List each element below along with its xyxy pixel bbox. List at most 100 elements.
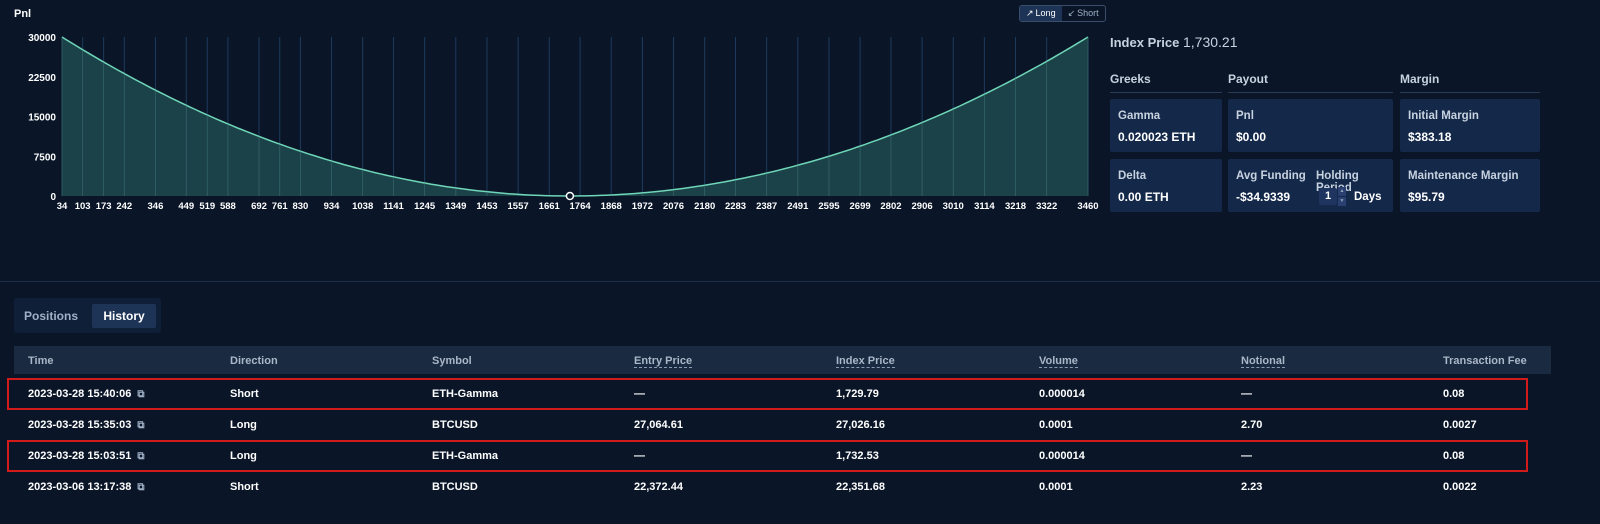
index-price-label: Index Price — [1110, 35, 1180, 50]
maintenance-margin-label: Maintenance Margin — [1408, 170, 1519, 182]
x-tick-label: 1764 — [570, 201, 592, 212]
x-tick-label: 2906 — [912, 201, 933, 212]
maintenance-margin-value: $95.79 — [1408, 190, 1445, 204]
x-tick-label: 103 — [75, 201, 91, 212]
section-divider — [0, 281, 1600, 282]
x-tick-label: 1245 — [414, 201, 436, 212]
pnl-card: Pnl $0.00 — [1228, 99, 1393, 152]
direction-cell-text: Short — [230, 388, 259, 400]
x-tick-label: 761 — [272, 201, 289, 212]
x-tick-label: 2180 — [694, 201, 715, 212]
long-toggle-button[interactable]: ↗ Long — [1020, 6, 1062, 21]
gamma-card: Gamma 0.020023 ETH — [1110, 99, 1222, 152]
pnl-value: $0.00 — [1236, 130, 1267, 144]
x-tick-label: 3322 — [1036, 201, 1057, 212]
delta-card: Delta 0.00 ETH — [1110, 159, 1222, 212]
external-link-icon[interactable]: ⧉ — [137, 451, 144, 462]
entry-price-cell-text: 27,064.61 — [634, 419, 683, 431]
tab-positions[interactable]: Positions — [22, 304, 80, 328]
notional-cell-text: — — [1241, 388, 1252, 400]
symbol-cell-text: ETH-Gamma — [432, 450, 499, 462]
gamma-value: 0.020023 ETH — [1118, 130, 1196, 144]
index-price-cell-text: 27,026.16 — [836, 419, 885, 431]
x-tick-label: 1141 — [383, 201, 404, 212]
entry-price-cell: — — [634, 388, 645, 400]
time-cell: 2023-03-28 15:35:03 ⧉ — [28, 419, 145, 431]
trend-down-icon: ↙ — [1067, 8, 1076, 18]
fee-cell-text: 0.0027 — [1443, 419, 1477, 431]
direction-cell: Long — [230, 419, 257, 431]
y-axis: 30000 22500 15000 7500 0 — [28, 33, 56, 203]
external-link-icon[interactable]: ⧉ — [137, 482, 144, 493]
index-price-cell: 27,026.16 — [836, 419, 885, 431]
fee-cell: 0.08 — [1443, 388, 1464, 400]
col-direction: Direction — [230, 355, 278, 367]
external-link-icon[interactable]: ⧉ — [137, 389, 144, 400]
chart-title: Pnl — [14, 8, 32, 20]
col-notional[interactable]: Notional — [1241, 355, 1285, 368]
chevron-up-icon[interactable]: ▲ — [1338, 187, 1346, 196]
tab-history[interactable]: History — [92, 304, 156, 328]
trend-up-icon: ↗ — [1026, 8, 1034, 18]
x-tick-label: 346 — [148, 201, 164, 212]
x-tick-label: 1349 — [445, 201, 466, 212]
fee-cell-text: 0.08 — [1443, 450, 1465, 462]
symbol-cell-text: BTCUSD — [432, 419, 478, 431]
chevron-down-icon[interactable]: ▼ — [1338, 197, 1346, 206]
short-toggle-button[interactable]: ↙ Short — [1062, 6, 1105, 21]
fee-cell-text: 0.0022 — [1443, 481, 1477, 493]
direction-toggle[interactable]: ↗ Long ↙ Short — [1019, 5, 1106, 22]
x-tick-label: 2387 — [756, 201, 777, 212]
holding-period-stepper[interactable]: ▲ ▼ — [1338, 187, 1346, 206]
delta-value: 0.00 ETH — [1118, 190, 1169, 204]
x-tick-label: 1661 — [539, 201, 561, 212]
delta-label: Delta — [1118, 170, 1147, 182]
index-price-cell: 22,351.68 — [836, 481, 885, 493]
current-price-marker — [565, 191, 575, 201]
col-volume[interactable]: Volume — [1039, 355, 1078, 368]
volume-cell-text: 0.0001 — [1039, 481, 1073, 493]
x-tick-label: 34 — [57, 201, 68, 212]
symbol-cell: BTCUSD — [432, 419, 478, 431]
entry-price-cell-text: — — [634, 388, 645, 400]
direction-cell: Long — [230, 450, 257, 462]
funding-card: Avg Funding -$34.9339 Holding Period 1 ▲… — [1228, 159, 1393, 212]
y-tick-label: 15000 — [28, 113, 56, 124]
col-entry-price[interactable]: Entry Price — [634, 355, 693, 368]
x-axis: 34 103 173 242 346 449 519 588 692 761 830 934 1038 1… — [57, 201, 1099, 212]
symbol-cell: BTCUSD — [432, 481, 478, 493]
margin-header: Margin — [1400, 72, 1540, 93]
x-tick-label: 2491 — [787, 201, 809, 212]
notional-cell-text: 2.23 — [1241, 481, 1263, 493]
time-cell-text: 2023-03-28 15:40:06 — [28, 388, 132, 400]
symbol-cell-text: BTCUSD — [432, 481, 478, 493]
fee-cell: 0.0027 — [1443, 419, 1477, 431]
x-tick-label: 1453 — [476, 201, 497, 212]
table-header: Time Direction Symbol Entry Price Index … — [14, 346, 1551, 374]
x-tick-label: 1972 — [632, 201, 653, 212]
index-price-cell-text: 1,729.79 — [836, 388, 879, 400]
time-cell: 2023-03-06 13:17:38 ⧉ — [28, 481, 145, 493]
x-tick-label: 2699 — [850, 201, 871, 212]
volume-cell: 0.000014 — [1039, 388, 1085, 400]
time-cell-text: 2023-03-28 15:35:03 — [28, 419, 132, 431]
notional-cell: 2.70 — [1241, 419, 1262, 431]
initial-margin-label: Initial Margin — [1408, 110, 1479, 122]
direction-cell-text: Long — [230, 450, 257, 462]
x-tick-label: 934 — [324, 201, 341, 212]
index-price-value: 1,730.21 — [1183, 34, 1238, 50]
col-index-price[interactable]: Index Price — [836, 355, 895, 368]
x-tick-label: 3218 — [1005, 201, 1026, 212]
external-link-icon[interactable]: ⧉ — [137, 420, 144, 431]
x-tick-label: 588 — [220, 201, 236, 212]
col-symbol: Symbol — [432, 355, 472, 367]
index-price: Index Price 1,730.21 — [1110, 34, 1238, 50]
greeks-header: Greeks — [1110, 72, 1222, 93]
avg-funding-value: -$34.9339 — [1236, 190, 1291, 204]
holding-period-input[interactable]: 1 — [1319, 188, 1337, 205]
volume-cell-text: 0.000014 — [1039, 388, 1085, 400]
avg-funding-label: Avg Funding — [1236, 170, 1306, 182]
notional-cell-text: — — [1241, 450, 1252, 462]
table-row: 2023-03-28 15:35:03 ⧉ Long BTCUSD 27,064.61 2… — [14, 410, 1551, 440]
pnl-label: Pnl — [1236, 110, 1254, 122]
